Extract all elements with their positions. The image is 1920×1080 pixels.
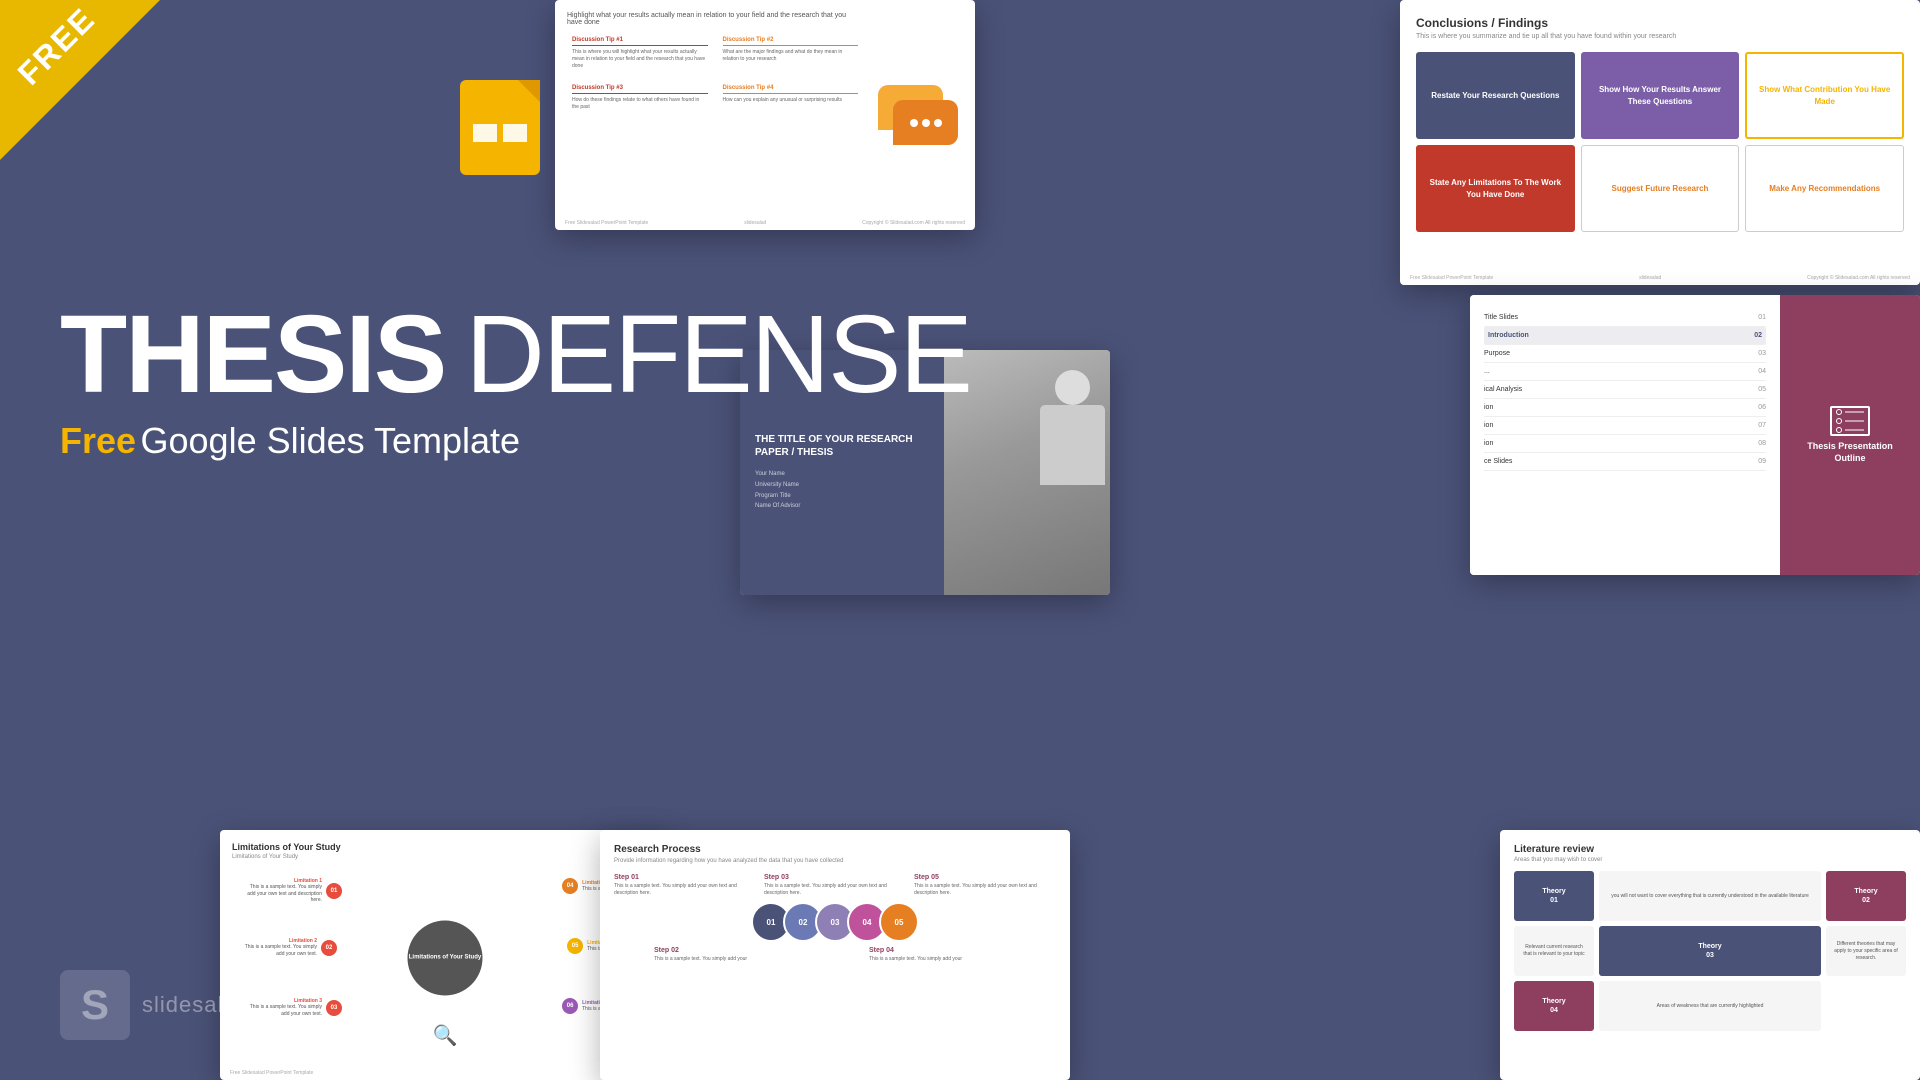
watermark: S slidesalad	[60, 970, 250, 1040]
conc-grid: Restate Your Research Questions Show How…	[1416, 52, 1904, 232]
watermark-brand: slidesalad	[142, 992, 250, 1018]
res-subtitle: Provide information regarding how you ha…	[614, 858, 1056, 864]
slide-literature-preview: Literature review Areas that you may wis…	[1500, 830, 1920, 1080]
conc-box-6: Make Any Recommendations	[1745, 145, 1904, 232]
lim-center-circle: Limitations of Your Study	[408, 921, 483, 996]
toc-row-5: ical Analysis 05	[1484, 381, 1766, 399]
conc-box-1: Restate Your Research Questions	[1416, 52, 1575, 139]
lit-theory-04: Theory04	[1514, 981, 1594, 1031]
lit-theory-01: Theory01	[1514, 871, 1594, 921]
title-thesis: THESIS	[60, 300, 445, 410]
disc-tip-4: Discussion Tip #4 How can you explain an…	[718, 80, 864, 116]
disc-tip2-body: What are the major findings and what do …	[723, 49, 859, 63]
slide-research-preview: Research Process Provide information reg…	[600, 830, 1070, 1080]
slide-toc-preview: Title Slides 01 Introduction 02 Purpose …	[1470, 295, 1920, 575]
conc-title: Conclusions / Findings	[1416, 16, 1904, 30]
res-steps-top: Step 01 This is a sample text. You simpl…	[614, 874, 1056, 896]
toc-row-9: ce Slides 09	[1484, 453, 1766, 471]
toc-right-panel: Thesis Presentation Outline	[1780, 295, 1920, 575]
res-step-1: Step 01 This is a sample text. You simpl…	[614, 874, 756, 896]
toc-row-7: ion 07	[1484, 417, 1766, 435]
lim-item-2: Limitation 2 This is a sample text. You …	[237, 938, 337, 957]
res-step-3: Step 03 This is a sample text. You simpl…	[764, 874, 906, 896]
res-title: Research Process	[614, 844, 1056, 855]
res-step-5: Step 05 This is a sample text. You simpl…	[914, 874, 1056, 896]
subtitle-rest: Google Slides Template	[141, 420, 521, 461]
lit-theory-02: Theory02	[1826, 871, 1906, 921]
toc-row-3: Purpose 03	[1484, 345, 1766, 363]
toc-right-title: Thesis Presentation Outline	[1795, 441, 1905, 464]
disc-tip4-body: How can you explain any unusual or surpr…	[723, 97, 859, 104]
res-circle-5: 05	[879, 902, 919, 942]
subtitle-free: Free	[60, 420, 136, 461]
res-step-4: Step 04 This is a sample text. You simpl…	[869, 947, 1056, 963]
main-title-block: THESIS DEFENSE Free Google Slides Templa…	[60, 300, 971, 462]
lit-body-1: you will not want to cover everything th…	[1599, 871, 1821, 921]
lit-body-4: Areas of weakness that are currently hig…	[1599, 981, 1821, 1031]
conc-box-3: Show What Contribution You Have Made	[1745, 52, 1904, 139]
res-circles-row: 01 02 03 04 05	[614, 902, 1056, 942]
disc-tip-3: Discussion Tip #3 How do these findings …	[567, 80, 713, 116]
disc-tip4-title: Discussion Tip #4	[723, 85, 859, 94]
lit-theory-03: Theory03	[1599, 926, 1821, 976]
conc-box-5: Suggest Future Research	[1581, 145, 1740, 232]
conc-footer: Free Slidesalad PowerPoint Template slid…	[1400, 275, 1920, 281]
slide-discussion-preview: Highlight what your results actually mea…	[555, 0, 975, 230]
slide-conclusions-preview: Conclusions / Findings This is where you…	[1400, 0, 1920, 285]
lit-grid: Theory01 you will not want to cover ever…	[1514, 871, 1906, 1031]
disc-tip3-body: How do these findings relate to what oth…	[572, 97, 708, 111]
lit-title: Literature review	[1514, 844, 1906, 855]
res-step-2: Step 02 This is a sample text. You simpl…	[654, 947, 841, 963]
disc-footer: Free Slidesalad PowerPoint Template slid…	[555, 220, 975, 226]
toc-row-1: Title Slides 01	[1484, 309, 1766, 327]
lim-item-3: Limitation 3 This is a sample text. You …	[242, 998, 342, 1017]
disc-icon-area	[873, 12, 963, 218]
toc-row-6: ion 06	[1484, 399, 1766, 417]
disc-header: Highlight what your results actually mea…	[567, 12, 863, 26]
toc-row-8: ion 08	[1484, 435, 1766, 453]
disc-tip1-title: Discussion Tip #1	[572, 37, 708, 46]
conc-subtitle: This is where you summarize and tie up a…	[1416, 33, 1904, 40]
disc-tip-2: Discussion Tip #2 What are the major fin…	[718, 32, 864, 75]
conc-box-4: State Any Limitations To The Work You Ha…	[1416, 145, 1575, 232]
disc-tip2-title: Discussion Tip #2	[723, 37, 859, 46]
google-slides-icon	[460, 80, 540, 175]
lit-body-2: Relevant current research that is releva…	[1514, 926, 1594, 976]
title-slide-sub: Your Name University Name Program Title …	[755, 469, 929, 512]
title-defense: DEFENSE	[465, 300, 971, 410]
toc-row-2: Introduction 02	[1484, 327, 1766, 345]
toc-row-4: ... 04	[1484, 363, 1766, 381]
res-steps-bottom: Step 02 This is a sample text. You simpl…	[614, 947, 1056, 963]
disc-tip3-title: Discussion Tip #3	[572, 85, 708, 94]
toc-list: Title Slides 01 Introduction 02 Purpose …	[1470, 295, 1780, 575]
conc-box-2: Show How Your Results Answer These Quest…	[1581, 52, 1740, 139]
watermark-letter: S	[60, 970, 130, 1040]
lim-subtitle: Limitations of Your Study	[232, 854, 658, 860]
lim-diagram: Limitations of Your Study Limitation 1 T…	[232, 868, 658, 1048]
lim-item-1: Limitation 1 This is a sample text. You …	[242, 878, 342, 904]
lit-subtitle: Areas that you may wish to cover	[1514, 857, 1906, 863]
lit-body-3: Different theories that may apply to you…	[1826, 926, 1906, 976]
disc-tip1-body: This is where you will highlight what yo…	[572, 49, 708, 70]
lim-title: Limitations of Your Study	[232, 842, 658, 852]
disc-tip-1: Discussion Tip #1 This is where you will…	[567, 32, 713, 75]
